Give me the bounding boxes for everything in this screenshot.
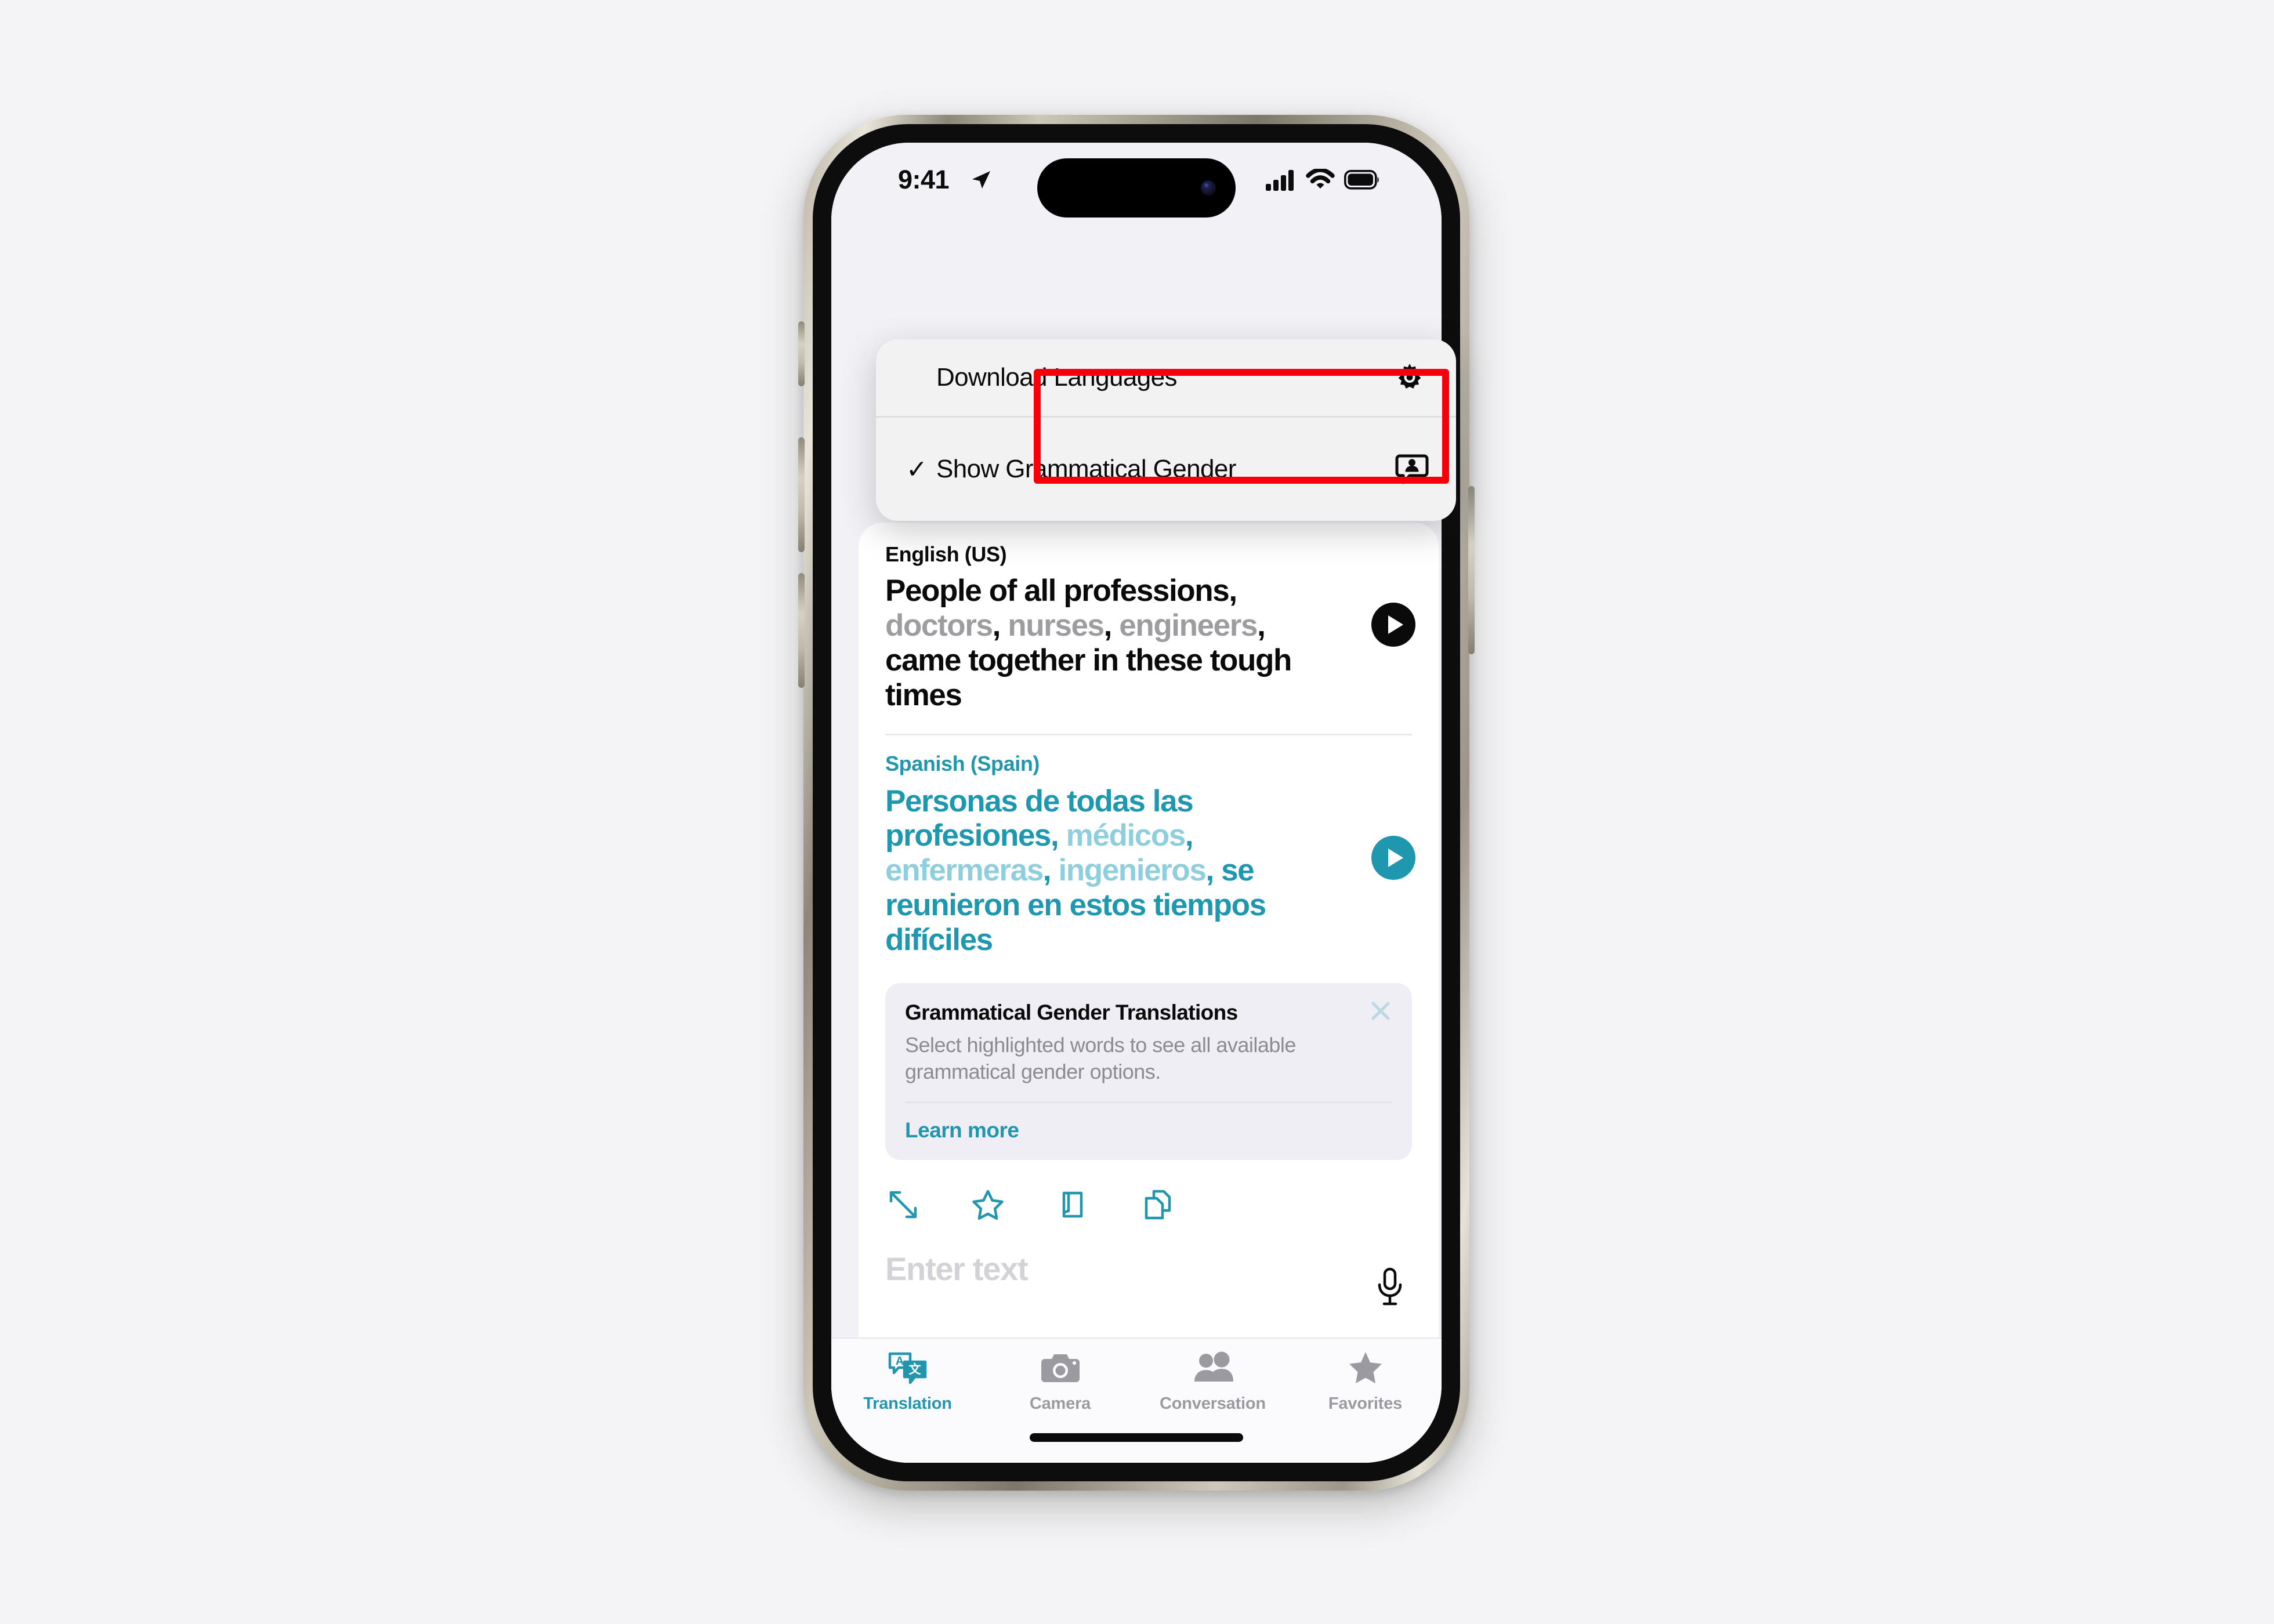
translate-bubbles-icon: A 文 [887, 1349, 929, 1387]
play-triangle-icon [1388, 615, 1403, 634]
camera-icon [1040, 1349, 1081, 1387]
source-seg-6: , [1103, 608, 1120, 643]
source-seg-engineers[interactable]: engineers [1119, 608, 1258, 643]
target-play-button[interactable] [1371, 835, 1415, 880]
source-seg-doctors[interactable]: doctors [885, 608, 993, 643]
text-input-field[interactable]: Enter text [885, 1250, 1412, 1288]
menu-item-show-grammatical-gender[interactable]: ✓ Show Grammatical Gender [876, 418, 1456, 521]
tab-camera[interactable]: Camera [984, 1339, 1136, 1463]
source-seg-0: People of [885, 574, 1024, 608]
tab-label: Translation [863, 1394, 952, 1413]
silence-switch[interactable] [798, 321, 805, 386]
tab-favorites[interactable]: Favorites [1289, 1339, 1442, 1463]
target-seg-ingenieros[interactable]: ingenieros [1058, 853, 1206, 887]
source-block: English (US) People of all professions, … [885, 542, 1415, 713]
star-filled-icon [1347, 1349, 1384, 1387]
menu-item-checkmark: ✓ [906, 455, 928, 484]
grammatical-gender-info-card: Grammatical Gender Translations Select h… [885, 983, 1412, 1161]
card-divider [885, 733, 1412, 735]
copy-icon[interactable] [1139, 1187, 1175, 1223]
home-indicator[interactable] [1030, 1433, 1243, 1442]
volume-up-button[interactable] [798, 437, 805, 552]
info-card-divider [905, 1101, 1392, 1104]
target-text[interactable]: Personas de todas las profesiones, médic… [885, 784, 1326, 958]
info-card-title: Grammatical Gender Translations [905, 1000, 1238, 1024]
cellular-signal-icon [1265, 168, 1297, 194]
two-people-icon [1192, 1349, 1234, 1387]
action-icon-row [885, 1187, 1412, 1223]
screenshot-canvas: Translation English (US) People of all p… [0, 0, 2274, 1624]
source-seg-nurses[interactable]: nurses [1008, 608, 1105, 643]
translation-result-card: English (US) People of all professions, … [859, 523, 1439, 1256]
power-button[interactable] [1468, 486, 1475, 654]
bottom-tab-bar: A 文 Translation Camera Conversation Favo… [831, 1337, 1442, 1463]
tab-conversation[interactable]: Conversation [1136, 1339, 1289, 1463]
menu-item-label: Show Grammatical Gender [936, 454, 1236, 483]
target-seg-medicos[interactable]: médicos [1066, 818, 1186, 853]
play-triangle-icon [1388, 848, 1403, 867]
source-seg-4: , [992, 608, 1008, 643]
device-bezel: Translation English (US) People of all p… [813, 124, 1460, 1481]
target-seg-enfermeras[interactable]: enfermeras [885, 853, 1044, 887]
tab-translation[interactable]: A 文 Translation [831, 1339, 984, 1463]
tab-label: Camera [1029, 1394, 1091, 1413]
status-time: 9:41 [898, 165, 950, 194]
location-arrow-icon [969, 168, 993, 194]
dynamic-island [1037, 158, 1236, 217]
person-speech-bubble-icon [1395, 452, 1429, 486]
options-popover-menu: Download Languages ✓ Show Grammatical Ge… [876, 339, 1456, 521]
source-play-button[interactable] [1371, 603, 1415, 647]
battery-full-icon [1344, 169, 1380, 193]
menu-item-download-languages[interactable]: Download Languages [876, 339, 1456, 416]
learn-more-link[interactable]: Learn more [905, 1118, 1392, 1143]
source-language-label: English (US) [885, 542, 1007, 566]
target-seg-5: , [1042, 853, 1059, 888]
dictionary-icon[interactable] [1055, 1187, 1091, 1223]
status-icons [1265, 168, 1380, 194]
source-seg-1: all professions [1024, 574, 1229, 608]
svg-text:A: A [895, 1355, 903, 1368]
iphone-device-frame: Translation English (US) People of all p… [798, 115, 1475, 1491]
source-seg-2: , [1229, 574, 1237, 608]
info-card-body: Select highlighted words to see all avai… [905, 1032, 1296, 1083]
target-block: Spanish (Spain) Personas de todas las pr… [885, 751, 1415, 958]
gear-icon [1391, 361, 1426, 394]
volume-down-button[interactable] [798, 573, 805, 688]
target-language-label: Spanish (Spain) [885, 751, 1040, 775]
expand-icon[interactable] [885, 1187, 921, 1223]
microphone-icon[interactable] [1374, 1266, 1406, 1310]
source-text[interactable]: People of all professions, doctors, nurs… [885, 574, 1326, 713]
menu-item-label: Download Languages [936, 362, 1177, 392]
svg-text:文: 文 [908, 1362, 921, 1376]
target-seg-1: , [1051, 818, 1066, 853]
wifi-icon [1306, 168, 1335, 194]
target-seg-3: , [1185, 818, 1194, 853]
front-camera [1201, 180, 1216, 195]
tab-label: Conversation [1160, 1394, 1266, 1413]
star-icon[interactable] [970, 1187, 1006, 1223]
tab-label: Favorites [1328, 1394, 1403, 1413]
close-icon[interactable] [1369, 999, 1392, 1023]
